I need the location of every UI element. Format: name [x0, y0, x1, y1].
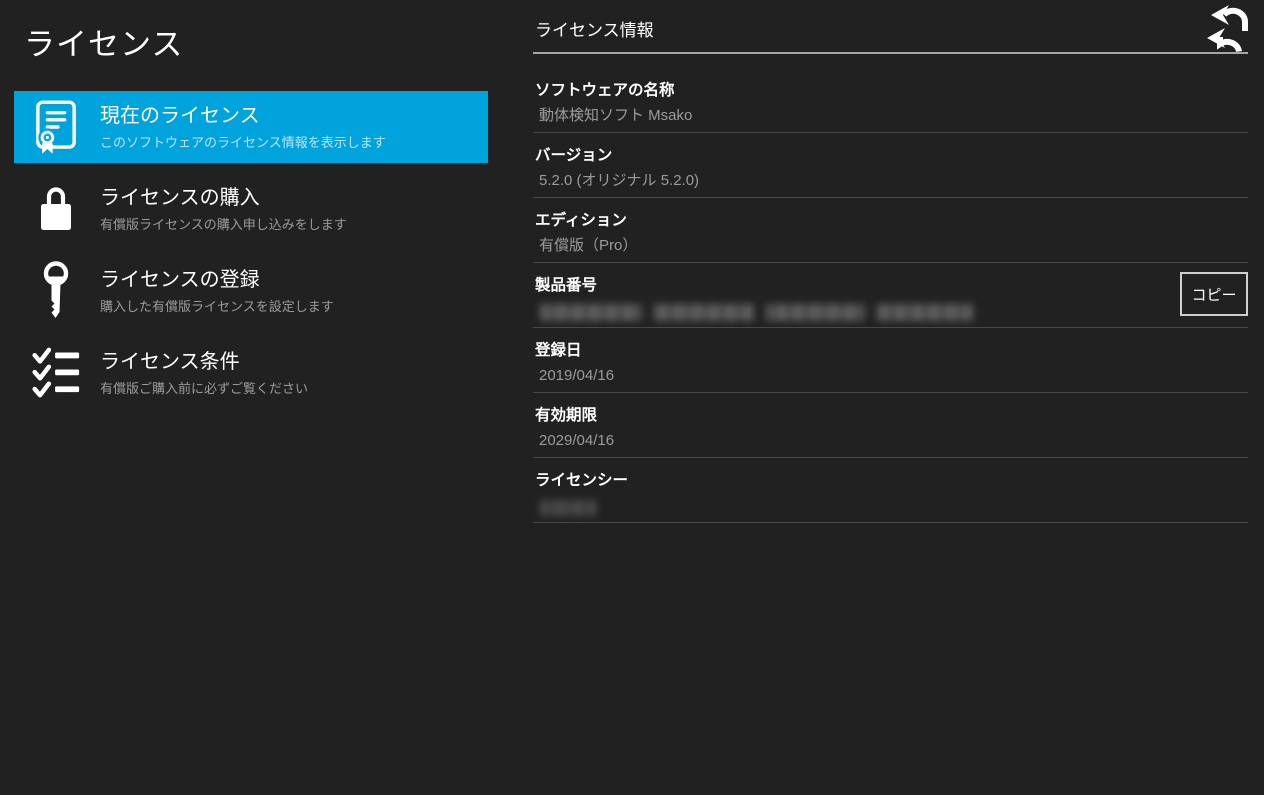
key-icon: [32, 260, 80, 322]
panel-header: ライセンス情報: [533, 0, 1248, 54]
masked-value: [541, 304, 973, 321]
sidebar-item-label: ライセンスの登録: [100, 268, 334, 292]
field-row-edition: エディション 有償版（Pro）: [533, 198, 1248, 263]
sidebar-item-label: ライセンスの購入: [100, 186, 347, 210]
field-value: 2029/04/16: [539, 432, 1248, 450]
sidebar-item-label: 現在のライセンス: [100, 104, 386, 128]
masked-value: [541, 500, 597, 516]
field-row-software-name: ソフトウェアの名称 動体検知ソフト Msako: [533, 68, 1248, 133]
field-value: 動体検知ソフト Msako: [539, 107, 1248, 125]
field-value: 5.2.0 (オリジナル 5.2.0): [539, 172, 1248, 190]
sidebar-item-license-terms[interactable]: ライセンス条件 有償版ご購入前に必ずご覧ください: [14, 337, 488, 409]
sidebar-item-description: 有償版ご購入前に必ずご覧ください: [100, 381, 308, 396]
sidebar-item-current-license[interactable]: 現在のライセンス このソフトウェアのライセンス情報を表示します: [14, 91, 488, 163]
field-label: 登録日: [535, 341, 1248, 360]
field-value: 2019/04/16: [539, 367, 1248, 385]
sidebar-item-description: 有償版ライセンスの購入申し込みをします: [100, 217, 347, 232]
field-label: バージョン: [535, 146, 1248, 165]
copy-button[interactable]: コピー: [1180, 272, 1248, 316]
sidebar-item-description: このソフトウェアのライセンス情報を表示します: [100, 135, 386, 150]
field-row-expiration-date: 有効期限 2029/04/16: [533, 393, 1248, 458]
checklist-icon: [32, 344, 80, 402]
refresh-icon[interactable]: [1204, 2, 1254, 58]
sidebar: ライセンス 現在のライセンス: [0, 0, 520, 409]
page-title: ライセンス: [24, 19, 520, 64]
certificate-icon: [32, 99, 80, 155]
field-label: 有効期限: [535, 406, 1248, 425]
sidebar-item-description: 購入した有償版ライセンスを設定します: [100, 299, 334, 314]
field-label: ライセンシー: [535, 471, 1248, 490]
field-row-version: バージョン 5.2.0 (オリジナル 5.2.0): [533, 133, 1248, 198]
field-label: エディション: [535, 211, 1248, 230]
license-info-panel: ライセンス情報 ソフトウェアの名称 動体検知ソフト Msako バージョン 5.…: [533, 0, 1248, 523]
field-row-licensee: ライセンシー: [533, 458, 1248, 523]
field-row-registration-date: 登録日 2019/04/16: [533, 328, 1248, 393]
sidebar-item-register-license[interactable]: ライセンスの登録 購入した有償版ライセンスを設定します: [14, 255, 488, 327]
license-fields: ソフトウェアの名称 動体検知ソフト Msako バージョン 5.2.0 (オリジ…: [533, 54, 1248, 523]
sidebar-item-purchase-license[interactable]: ライセンスの購入 有償版ライセンスの購入申し込みをします: [14, 173, 488, 245]
field-label: 製品番号: [535, 276, 1248, 295]
license-screen: ライセンス 現在のライセンス: [0, 0, 1264, 795]
sidebar-item-label: ライセンス条件: [100, 350, 308, 374]
panel-title: ライセンス情報: [535, 16, 1248, 41]
field-label: ソフトウェアの名称: [535, 81, 1248, 100]
field-value: 有償版（Pro）: [539, 237, 1248, 255]
field-row-product-number: 製品番号 コピー: [533, 263, 1248, 328]
license-menu: 現在のライセンス このソフトウェアのライセンス情報を表示します ライセンスの購入…: [0, 91, 520, 409]
shopping-bag-icon: [32, 185, 80, 233]
